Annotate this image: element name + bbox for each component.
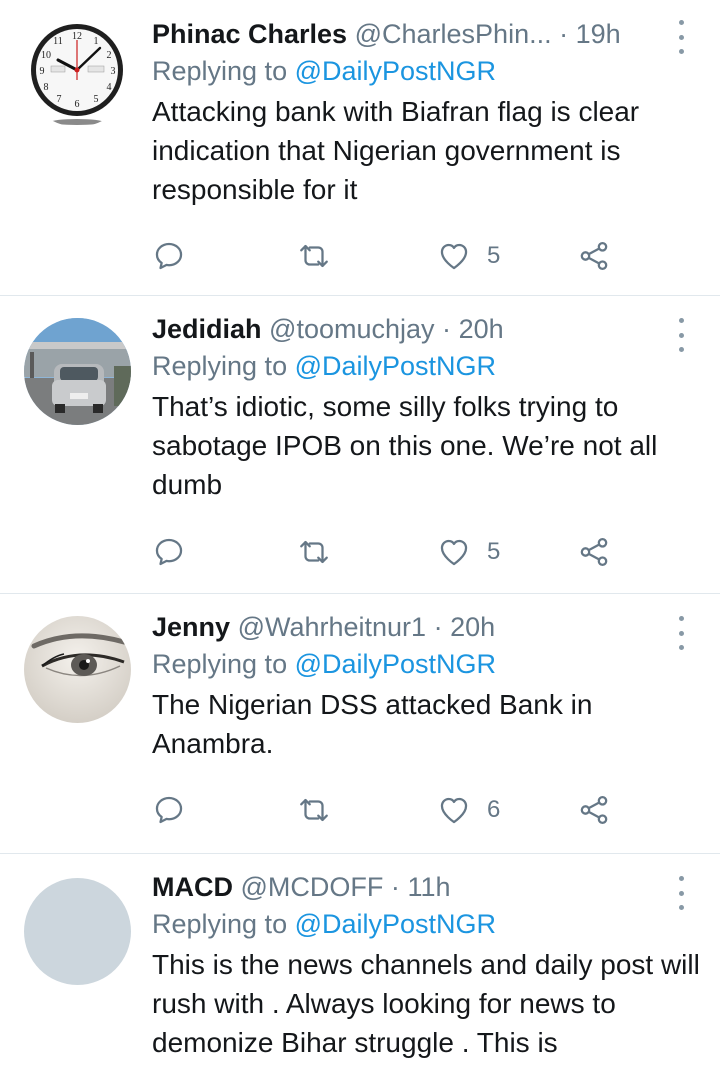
- share-button[interactable]: [577, 532, 611, 572]
- avatar[interactable]: [24, 616, 131, 723]
- timestamp[interactable]: 11h: [407, 872, 450, 902]
- tweet[interactable]: Jenny @Wahrheitnur1 · 20h Replying to @D…: [0, 594, 720, 854]
- timestamp[interactable]: 19h: [576, 19, 621, 49]
- retweet-icon: [300, 540, 328, 564]
- author-handle[interactable]: @toomuchjay: [269, 314, 434, 344]
- like-count: 5: [487, 242, 501, 269]
- replying-to-label: Replying to: [152, 649, 288, 679]
- tweet-actions: 6: [152, 790, 622, 830]
- reply-feed: 12 1 23 45 67 89 10 11 Phinac Charles @Cha…: [0, 0, 720, 1074]
- replying-to: Replying to @DailyPostNGR: [152, 905, 700, 943]
- car-photo-icon: [24, 318, 131, 425]
- reply-icon: [155, 538, 183, 566]
- replying-to-label: Replying to: [152, 351, 288, 381]
- like-button[interactable]: 6: [437, 790, 500, 830]
- retweet-button[interactable]: [297, 790, 331, 830]
- author-name[interactable]: MACD: [152, 872, 233, 902]
- like-count: 5: [487, 538, 501, 565]
- tweet-header: MACD @MCDOFF · 11h: [152, 869, 700, 905]
- separator: ·: [390, 872, 400, 902]
- tweet-text: Attacking bank with Biafran flag is clea…: [152, 96, 640, 205]
- author-handle[interactable]: @MCDOFF: [241, 872, 384, 902]
- avatar[interactable]: [24, 318, 131, 425]
- more-options-icon[interactable]: [676, 616, 686, 650]
- tweet-content: Jenny @Wahrheitnur1 · 20h Replying to @D…: [152, 609, 700, 763]
- eye-photo-icon: [24, 616, 131, 723]
- author-handle[interactable]: @CharlesPhin...: [355, 19, 552, 49]
- retweet-button[interactable]: [297, 236, 331, 276]
- like-button[interactable]: 5: [437, 532, 500, 572]
- default-avatar[interactable]: [24, 878, 131, 985]
- replying-to: Replying to @DailyPostNGR: [152, 52, 700, 90]
- tweet-actions: 5: [152, 236, 622, 276]
- tweet-content: Jedidiah @toomuchjay · 20h Replying to @…: [152, 311, 700, 504]
- mention-link[interactable]: @DailyPostNGR: [295, 351, 496, 381]
- heart-icon: [440, 243, 468, 270]
- reply-icon: [155, 796, 183, 824]
- tweet-content: MACD @MCDOFF · 11h Replying to @DailyPos…: [152, 869, 700, 1062]
- reply-button[interactable]: [152, 236, 186, 276]
- tweet-header: Phinac Charles @CharlesPhin... · 19h: [152, 16, 700, 52]
- avatar[interactable]: 12 1 23 45 67 89 10 11: [24, 20, 131, 127]
- more-options-icon[interactable]: [676, 318, 686, 352]
- tweet[interactable]: Jedidiah @toomuchjay · 20h Replying to @…: [0, 296, 720, 594]
- svg-text:10: 10: [41, 50, 51, 61]
- replying-to: Replying to @DailyPostNGR: [152, 645, 700, 683]
- reply-icon: [155, 242, 183, 270]
- share-icon: [580, 537, 608, 567]
- tweet[interactable]: MACD @MCDOFF · 11h Replying to @DailyPos…: [0, 854, 720, 1074]
- more-options-icon[interactable]: [676, 876, 686, 910]
- wall-clock-icon: 12 1 23 45 67 89 1011: [24, 20, 131, 127]
- svg-text:1: 1: [94, 36, 99, 47]
- mention-link[interactable]: @DailyPostNGR: [295, 56, 496, 86]
- like-button[interactable]: 5: [437, 236, 500, 276]
- separator: ·: [433, 612, 443, 642]
- separator: ·: [442, 314, 452, 344]
- replying-to: Replying to @DailyPostNGR: [152, 347, 700, 385]
- svg-text:2: 2: [107, 50, 112, 61]
- tweet-actions: 5: [152, 532, 622, 572]
- author-handle[interactable]: @Wahrheitnur1: [238, 612, 427, 642]
- timestamp[interactable]: 20h: [459, 314, 504, 344]
- share-button[interactable]: [577, 236, 611, 276]
- tweet-text: That’s idiotic, some silly folks trying …: [152, 391, 658, 500]
- heart-icon: [440, 539, 468, 566]
- svg-text:6: 6: [75, 99, 80, 110]
- retweet-button[interactable]: [297, 532, 331, 572]
- timestamp[interactable]: 20h: [450, 612, 495, 642]
- heart-icon: [440, 797, 468, 824]
- mention-link[interactable]: @DailyPostNGR: [295, 909, 496, 939]
- mention-link[interactable]: @DailyPostNGR: [295, 649, 496, 679]
- share-button[interactable]: [577, 790, 611, 830]
- tweet-header: Jenny @Wahrheitnur1 · 20h: [152, 609, 700, 645]
- like-count: 6: [487, 796, 501, 823]
- separator: ·: [559, 19, 569, 49]
- reply-button[interactable]: [152, 790, 186, 830]
- svg-text:5: 5: [94, 94, 99, 105]
- author-name[interactable]: Phinac Charles: [152, 19, 347, 49]
- share-icon: [580, 795, 608, 825]
- svg-text:8: 8: [44, 82, 49, 93]
- svg-text:11: 11: [53, 36, 63, 47]
- svg-text:7: 7: [57, 94, 62, 105]
- author-name[interactable]: Jenny: [152, 612, 230, 642]
- more-options-icon[interactable]: [676, 20, 686, 54]
- tweet-text: The Nigerian DSS attacked Bank in Anambr…: [152, 689, 593, 759]
- replying-to-label: Replying to: [152, 909, 288, 939]
- author-name[interactable]: Jedidiah: [152, 314, 262, 344]
- tweet-text: This is the news channels and daily post…: [152, 949, 700, 1058]
- tweet-header: Jedidiah @toomuchjay · 20h: [152, 311, 700, 347]
- retweet-icon: [300, 798, 328, 822]
- retweet-icon: [300, 244, 328, 268]
- svg-text:4: 4: [107, 82, 112, 93]
- svg-text:9: 9: [40, 66, 45, 77]
- reply-button[interactable]: [152, 532, 186, 572]
- tweet-content: Phinac Charles @CharlesPhin... · 19h Rep…: [152, 16, 700, 209]
- replying-to-label: Replying to: [152, 56, 288, 86]
- share-icon: [580, 241, 608, 271]
- svg-text:3: 3: [111, 66, 116, 77]
- tweet[interactable]: 12 1 23 45 67 89 10 11 Phinac Charles @Cha…: [0, 0, 720, 296]
